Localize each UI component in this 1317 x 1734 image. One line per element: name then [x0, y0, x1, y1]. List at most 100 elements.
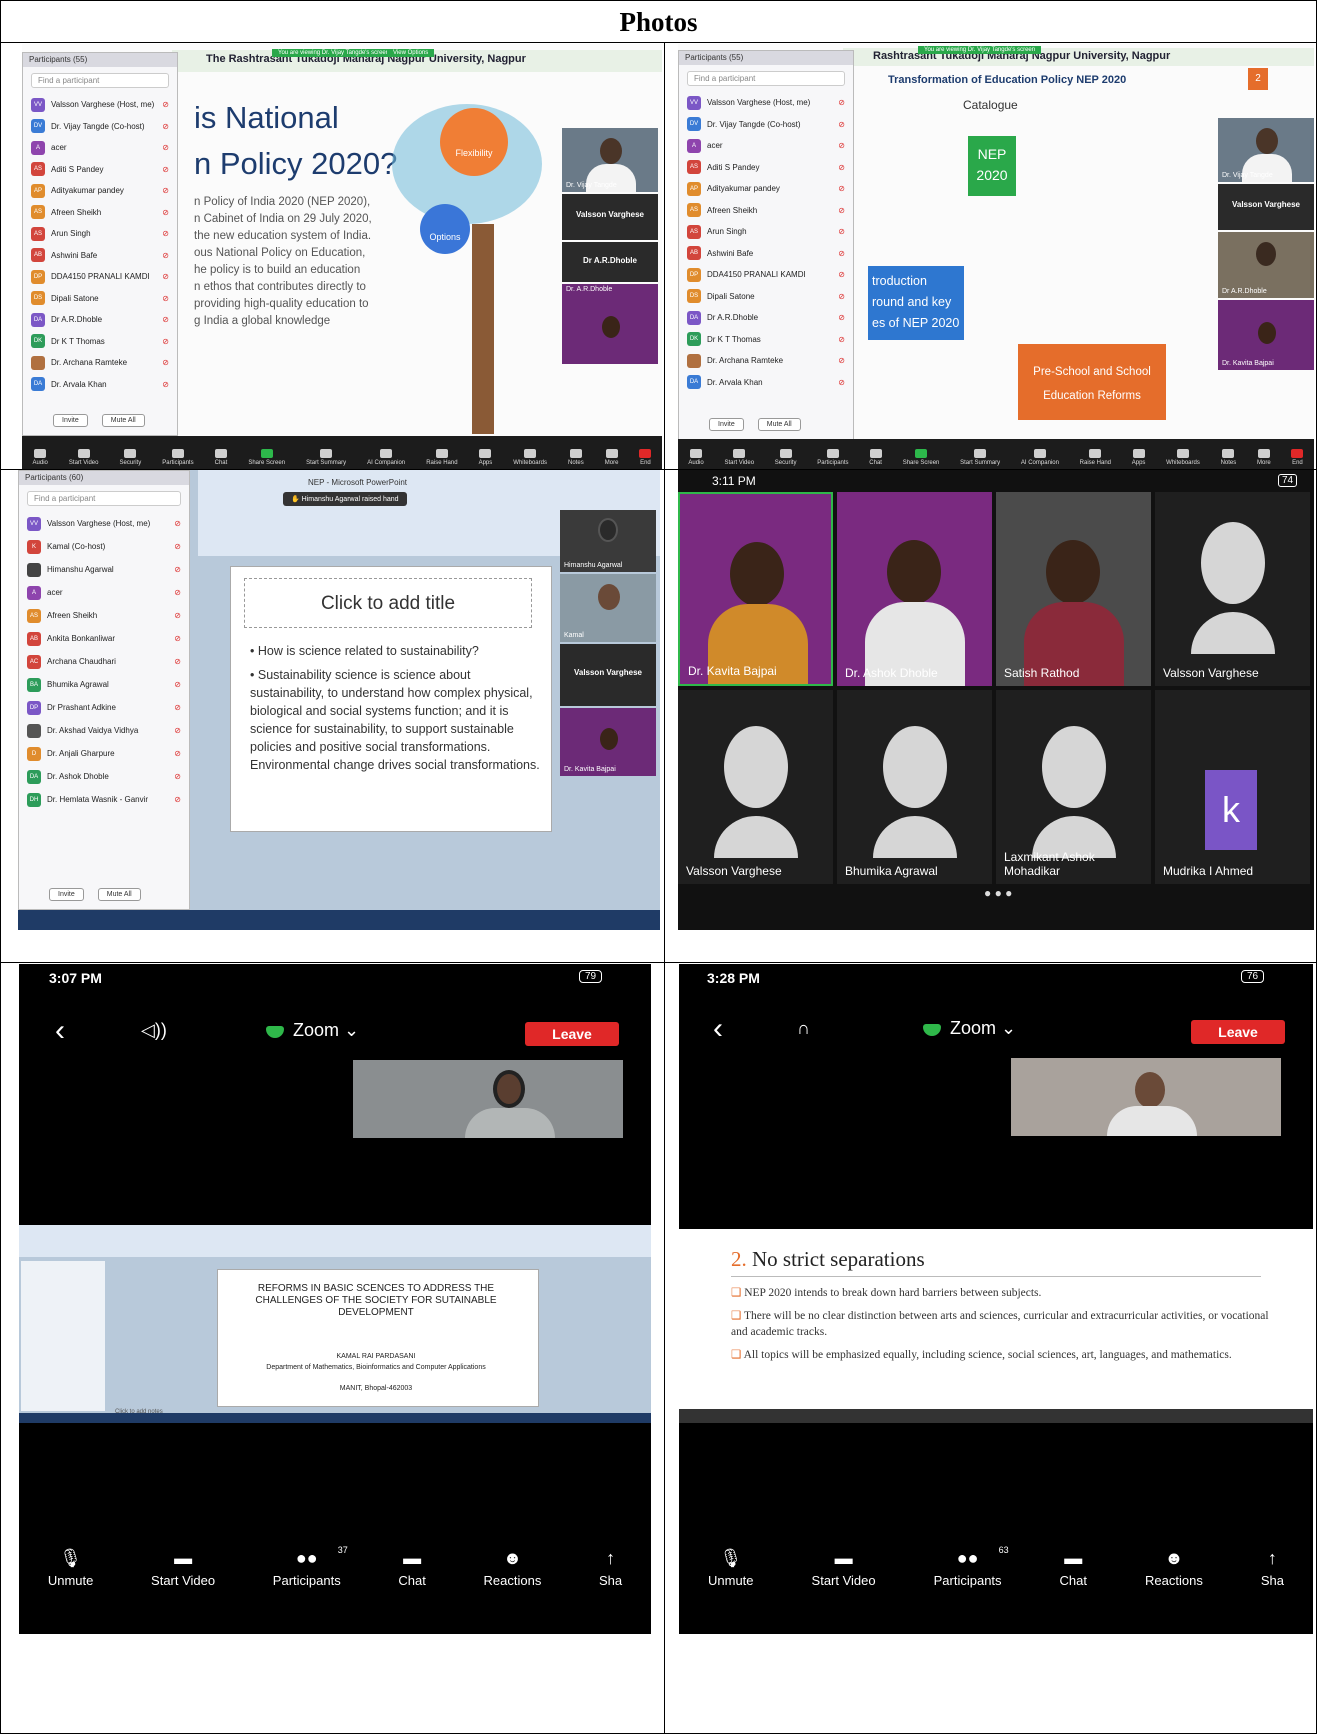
raised-hand-notice[interactable]: ✋ Himanshu Agarwal raised hand [283, 492, 407, 506]
participant-search-input[interactable]: Find a participant [31, 73, 169, 88]
toolbar-button[interactable]: Security [775, 449, 796, 466]
menu-button[interactable]: ▬ Start Video [151, 1548, 215, 1588]
speaker-icon[interactable]: ◁)) [141, 1020, 167, 1041]
participant-row[interactable]: DP DDA4150 PRANALI KAMDI ⊘ [23, 266, 177, 288]
invite-button[interactable]: Invite [53, 414, 88, 427]
toolbar-button[interactable]: Notes [568, 449, 584, 466]
toolbar-button[interactable]: Start Summary [960, 449, 1000, 466]
toolbar-button[interactable]: Security [120, 449, 141, 466]
leave-button[interactable]: Leave [525, 1022, 619, 1046]
toolbar-button[interactable]: Audio [688, 449, 704, 466]
participant-row[interactable]: AB Ankita Bonkanliwar ⊘ [19, 627, 189, 650]
toolbar-button[interactable]: Share Screen [903, 449, 939, 466]
mute-all-button[interactable]: Mute All [757, 418, 801, 431]
toolbar-button[interactable]: More [605, 449, 618, 466]
participant-row[interactable]: DA Dr. Arvala Khan ⊘ [23, 374, 177, 396]
toolbar-button[interactable]: AI Companion [367, 449, 405, 466]
participant-row[interactable]: Aacer ⊘ [23, 137, 177, 159]
participant-row[interactable]: Himanshu Agarwal ⊘ [19, 558, 189, 581]
participant-row[interactable]: DK Dr K T Thomas ⊘ [23, 331, 177, 353]
mute-all-button[interactable]: Mute All [97, 888, 141, 901]
participant-search-input[interactable]: Find a participant [687, 71, 845, 86]
toolbar-button[interactable]: End [1291, 449, 1304, 466]
menu-button[interactable]: ☻ Reactions [484, 1548, 542, 1588]
participant-row[interactable]: K Kamal (Co-host) ⊘ [19, 535, 189, 558]
toolbar-button[interactable]: More [1257, 449, 1271, 466]
zoom-title[interactable]: Zoom ⌄ [293, 1020, 359, 1041]
participant-row[interactable]: AS Afreen Sheikh ⊘ [679, 200, 853, 222]
participant-row[interactable]: DS Dipali Satone ⊘ [679, 286, 853, 308]
back-chevron-icon[interactable]: ‹ [713, 1012, 723, 1046]
menu-button[interactable]: ↑ Sha [599, 1548, 622, 1588]
participant-row[interactable]: VV Valsson Varghese (Host, me) ⊘ [679, 92, 853, 114]
toolbar-button[interactable]: Chat [869, 449, 882, 466]
participant-row[interactable]: DA Dr. Arvala Khan ⊘ [679, 372, 853, 394]
participant-row[interactable]: Dr. Archana Ramteke ⊘ [23, 352, 177, 374]
toolbar-button[interactable]: Raise Hand [426, 449, 458, 466]
participant-row[interactable]: DV Dr. Vijay Tangde (Co-host) ⊘ [23, 116, 177, 138]
participant-row[interactable]: Aacer ⊘ [679, 135, 853, 157]
title-placeholder[interactable]: Click to add title [244, 578, 532, 628]
participant-row[interactable]: AS Arun Singh ⊘ [679, 221, 853, 243]
participant-row[interactable]: DV Dr. Vijay Tangde (Co-host) ⊘ [679, 114, 853, 136]
toolbar-button[interactable]: Participants [162, 449, 194, 466]
participant-row[interactable]: VV Valsson Varghese (Host, me) ⊘ [19, 512, 189, 535]
menu-button[interactable]: ▬ Chat [1060, 1548, 1087, 1588]
toolbar-button[interactable]: Notes [1221, 449, 1236, 466]
toolbar-button[interactable]: Chat [215, 449, 227, 466]
participant-row[interactable]: DP Dr Prashant Adkine ⊘ [19, 696, 189, 719]
participant-row[interactable]: DP DDA4150 PRANALI KAMDI ⊘ [679, 264, 853, 286]
toolbar-button[interactable]: Share Screen [248, 449, 285, 466]
participant-row[interactable]: DA Dr A.R.Dhoble ⊘ [679, 307, 853, 329]
participant-row[interactable]: AS Aditi S Pandey ⊘ [679, 157, 853, 179]
toolbar-button[interactable]: AI Companion [1021, 449, 1059, 466]
back-chevron-icon[interactable]: ‹ [55, 1014, 65, 1048]
view-options-button[interactable]: View Options [387, 49, 435, 57]
participant-row[interactable]: DA Dr A.R.Dhoble ⊘ [23, 309, 177, 331]
toolbar-button[interactable]: Participants [817, 449, 849, 466]
participant-row[interactable]: DH Dr. Hemlata Wasnik - Ganvir ⊘ [19, 788, 189, 811]
menu-button[interactable]: ☻ Reactions [1145, 1548, 1203, 1588]
participant-row[interactable]: D Dr. Anjali Gharpure ⊘ [19, 742, 189, 765]
participant-row[interactable]: DA Dr. Ashok Dhoble ⊘ [19, 765, 189, 788]
participant-row[interactable]: Aacer ⊘ [19, 581, 189, 604]
participant-row[interactable]: AB Ashwini Bafe ⊘ [679, 243, 853, 265]
participant-row[interactable]: AP Adityakumar pandey ⊘ [679, 178, 853, 200]
menu-button[interactable]: 🎙 Unmute [708, 1548, 754, 1588]
participant-row[interactable]: VV Valsson Varghese (Host, me) ⊘ [23, 94, 177, 116]
menu-button[interactable]: 🎙 Unmute [48, 1548, 94, 1588]
toolbar-button[interactable]: Start Video [724, 449, 754, 466]
menu-button[interactable]: ↑ Sha [1261, 1548, 1284, 1588]
toolbar-button[interactable]: Start Summary [306, 449, 346, 466]
participant-row[interactable]: AS Arun Singh ⊘ [23, 223, 177, 245]
toolbar-button[interactable]: Audio [33, 449, 48, 466]
toolbar-button[interactable]: Start Video [69, 449, 98, 466]
participant-row[interactable]: AS Aditi S Pandey ⊘ [23, 159, 177, 181]
menu-button[interactable]: ●● 63 Participants [934, 1545, 1009, 1588]
toolbar-button[interactable]: Apps [479, 449, 492, 466]
participant-row[interactable]: AP Adityakumar pandey ⊘ [23, 180, 177, 202]
invite-button[interactable]: Invite [709, 418, 744, 431]
participant-row[interactable]: AS Afreen Sheikh ⊘ [23, 202, 177, 224]
toolbar-button[interactable]: Raise Hand [1080, 449, 1111, 466]
participant-row[interactable]: AB Ashwini Bafe ⊘ [23, 245, 177, 267]
headphones-icon[interactable]: ∩ [797, 1018, 810, 1039]
participant-search-input[interactable]: Find a participant [27, 491, 181, 506]
participant-row[interactable]: Dr. Akshad Vaidya Vidhya ⊘ [19, 719, 189, 742]
zoom-title[interactable]: Zoom ⌄ [950, 1018, 1016, 1039]
toolbar-button[interactable]: End [639, 449, 652, 466]
participant-row[interactable]: DK Dr K T Thomas ⊘ [679, 329, 853, 351]
toolbar-button[interactable]: Whiteboards [513, 449, 547, 466]
menu-button[interactable]: ▬ Start Video [812, 1548, 876, 1588]
toolbar-button[interactable]: Whiteboards [1166, 449, 1200, 466]
mute-all-button[interactable]: Mute All [101, 414, 145, 427]
participant-row[interactable]: AS Afreen Sheikh ⊘ [19, 604, 189, 627]
menu-button[interactable]: ●● 37 Participants [273, 1545, 348, 1588]
participant-row[interactable]: DS Dipali Satone ⊘ [23, 288, 177, 310]
participant-row[interactable]: AC Archana Chaudhari ⊘ [19, 650, 189, 673]
participant-row[interactable]: Dr. Archana Ramteke ⊘ [679, 350, 853, 372]
invite-button[interactable]: Invite [49, 888, 84, 901]
toolbar-button[interactable]: Apps [1132, 449, 1145, 466]
menu-button[interactable]: ▬ Chat [398, 1548, 425, 1588]
leave-button[interactable]: Leave [1191, 1020, 1285, 1044]
